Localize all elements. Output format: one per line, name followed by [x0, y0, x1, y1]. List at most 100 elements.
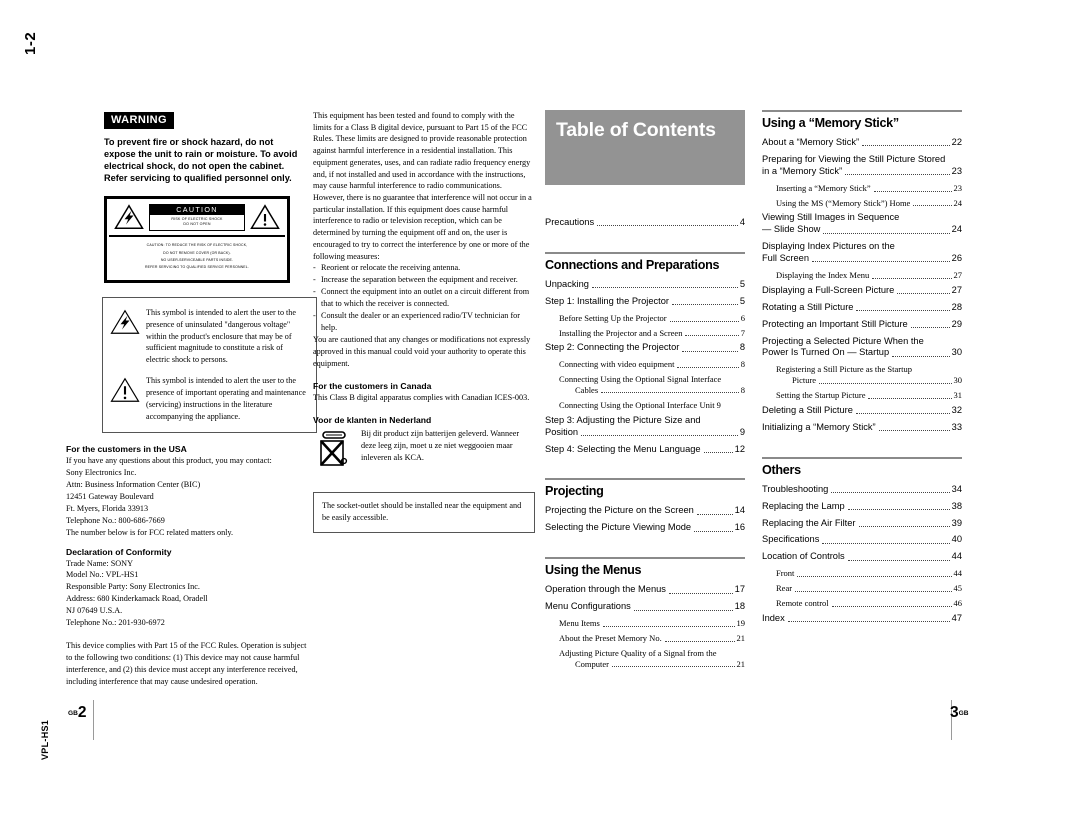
canada-body: This Class B digital apparatus complies …: [313, 393, 530, 403]
leader-dots: [597, 224, 738, 227]
leader-dots: [831, 605, 952, 607]
toc-entry-installing-screen[interactable]: Installing the Projector and a Screen 7: [559, 328, 745, 339]
toc-entry-about-memory-stick[interactable]: About a “Memory Stick” 22: [762, 137, 962, 149]
leader-dots: [668, 592, 733, 594]
toc-section-heading-others: Others: [762, 456, 962, 477]
toc-entry-inserting-memory-stick[interactable]: Inserting a “Memory Stick” 23: [776, 183, 962, 194]
toc-entry-deleting-picture[interactable]: Deleting a Still Picture 32: [762, 405, 962, 417]
leader-dots: [591, 286, 738, 289]
toc-entry-label: Projecting the Picture on the Screen: [545, 505, 694, 516]
leader-dots: [847, 559, 950, 561]
toc-section-heading-memory-stick: Using a “Memory Stick”: [762, 110, 962, 130]
toc-entry-page: 23: [953, 182, 963, 193]
leader-dots: [823, 232, 950, 234]
safety-column: WARNING To prevent fire or shock hazard,…: [66, 110, 317, 688]
toc-entry-label: Deleting a Still Picture: [762, 404, 853, 415]
toc-entry-menu-items[interactable]: Menu Items 19: [559, 618, 745, 629]
exclamation-triangle-icon: [110, 377, 140, 403]
fcc-measures-list: Reorient or relocate the receiving anten…: [313, 262, 535, 334]
toc-entry-label: Connecting with video equipment: [559, 359, 675, 370]
leader-dots: [601, 391, 739, 394]
toc-entry-specifications[interactable]: Specifications 40: [762, 534, 962, 546]
toc-entry-preset-memory[interactable]: About the Preset Memory No. 21: [559, 633, 745, 644]
toc-entry-slide-show[interactable]: Viewing Still Images in Sequence — Slide…: [762, 212, 962, 236]
fcc-caution-text: You are cautioned that any changes or mo…: [313, 335, 531, 369]
doc-line-3: Responsible Party: Sony Electronics Inc.: [66, 582, 200, 592]
toc-entry-setting-startup[interactable]: Setting the Startup Picture 31: [776, 390, 962, 401]
toc-entry-picture-viewing-mode[interactable]: Selecting the Picture Viewing Mode 16: [545, 522, 745, 534]
toc-entry-signal-interface-cables[interactable]: Connecting Using the Optional Signal Int…: [559, 374, 745, 396]
toc-entry-label-line1: Step 3: Adjusting the Picture Size and: [545, 414, 701, 425]
toc-entry-label: Precautions: [545, 217, 595, 227]
toc-entry-index[interactable]: Index 47: [762, 613, 962, 625]
footer-right-page-number: 3: [950, 704, 959, 721]
toc-entry-preparing-viewing[interactable]: Preparing for Viewing the Still Picture …: [762, 154, 962, 178]
toc-entry-label: Selecting the Picture Viewing Mode: [545, 522, 692, 533]
toc-entry-step1[interactable]: Step 1: Installing the Projector 5: [545, 296, 745, 308]
toc-entry-label-line1: Connecting Using the Optional Interface …: [559, 399, 721, 410]
toc-entry-index-menu[interactable]: Displaying the Index Menu 27: [776, 270, 962, 281]
toc-entry-page: 24: [953, 197, 963, 208]
toc-entry-menu-configurations[interactable]: Menu Configurations 18: [545, 601, 745, 613]
toc-entry-front[interactable]: Front 44: [776, 568, 962, 579]
toc-entry-page: 45: [953, 583, 963, 594]
leader-dots: [664, 640, 735, 642]
toc-entry-full-screen-picture[interactable]: Displaying a Full-Screen Picture 27: [762, 285, 962, 297]
caution-bottom-line-1: CAUTION: TO REDUCE THE RISK OF ELECTRIC …: [146, 243, 248, 248]
exclamation-triangle-icon: [250, 204, 280, 230]
toc-entry-step3[interactable]: Step 3: Adjusting the Picture Size and P…: [545, 415, 745, 439]
toc-entry-step4[interactable]: Step 4: Selecting the Menu Language 12: [545, 444, 745, 456]
usa-address-line-2: Attn: Business Information Center (BIC): [66, 479, 201, 489]
fcc-measure-item: Consult the dealer or an experienced rad…: [313, 310, 535, 334]
model-marker: VPL-HS1: [40, 719, 50, 760]
toc-entry-rear[interactable]: Rear 45: [776, 583, 962, 594]
leader-dots: [672, 303, 738, 306]
toc-entry-replacing-air-filter[interactable]: Replacing the Air Filter 39: [762, 518, 962, 530]
toc-entry-label: Step 4: Selecting the Menu Language: [545, 443, 701, 454]
toc-entry-precautions[interactable]: Precautions 4: [545, 217, 745, 229]
toc-entry-label-line2: Power Is Turned On — Startup: [762, 347, 890, 358]
toc-entry-page: 27: [953, 269, 963, 280]
toc-entry-registering-startup[interactable]: Registering a Still Picture as the Start…: [776, 364, 962, 386]
toc-entry-label: About a “Memory Stick”: [762, 137, 860, 147]
toc-entry-location-of-controls[interactable]: Location of Controls 44: [762, 551, 962, 563]
toc-entry-ms-home[interactable]: Using the MS (“Memory Stick”) Home 24: [776, 198, 962, 209]
leader-dots: [812, 260, 950, 263]
toc-entry-label: Protecting an Important Still Picture: [762, 318, 908, 329]
caution-bottom-line-3: NO USER-SERVICEABLE PARTS INSIDE.: [160, 258, 234, 263]
toc-entry-adjusting-picture-quality[interactable]: Adjusting Picture Quality of a Signal fr…: [559, 648, 745, 670]
toc-entry-unpacking[interactable]: Unpacking 5: [545, 279, 745, 291]
canada-customers-block: For the customers in Canada This Class B…: [313, 381, 535, 404]
leader-dots: [847, 508, 950, 510]
toc-entry-rotating-picture[interactable]: Rotating a Still Picture 28: [762, 302, 962, 314]
toc-entry-operation-menus[interactable]: Operation through the Menus 17: [545, 584, 745, 596]
toc-entry-page: 39: [951, 517, 962, 528]
page-title: Table of Contents: [556, 119, 716, 141]
toc-banner: Table of Contents: [545, 110, 745, 185]
toc-entry-step2[interactable]: Step 2: Connecting the Projector 8: [545, 342, 745, 354]
leader-dots: [873, 190, 952, 192]
footer-left-page-number: 2: [77, 704, 87, 721]
toc-entry-label: Menu Items: [559, 618, 600, 629]
leader-dots: [913, 204, 952, 207]
toc-entry-initializing-memory-stick[interactable]: Initializing a “Memory Stick” 33: [762, 422, 962, 434]
toc-section-heading-menus: Using the Menus: [545, 557, 745, 577]
toc-entry-remote-control[interactable]: Remote control 46: [776, 598, 962, 609]
leader-dots: [633, 609, 733, 611]
footer-left-suffix: GB: [68, 709, 78, 717]
toc-entry-startup-picture[interactable]: Projecting a Selected Picture When the P…: [762, 336, 962, 360]
toc-entry-protecting-picture[interactable]: Protecting an Important Still Picture 29: [762, 319, 962, 331]
toc-entry-interface-unit[interactable]: Connecting Using the Optional Interface …: [559, 400, 745, 411]
toc-entry-replacing-lamp[interactable]: Replacing the Lamp 38: [762, 501, 962, 513]
toc-entry-index-pictures[interactable]: Displaying Index Pictures on the Full Sc…: [762, 241, 962, 265]
leader-dots: [612, 665, 735, 668]
toc-entry-projecting-picture[interactable]: Projecting the Picture on the Screen 14: [545, 505, 745, 517]
leader-dots: [795, 590, 952, 592]
leader-dots: [703, 451, 733, 453]
socket-outlet-note: The socket-outlet should be installed ne…: [313, 492, 535, 533]
toc-entry-troubleshooting[interactable]: Troubleshooting 34: [762, 484, 962, 496]
toc-entry-before-setting-up[interactable]: Before Setting Up the Projector 6: [559, 313, 745, 324]
toc-entry-connecting-video[interactable]: Connecting with video equipment 8: [559, 359, 745, 370]
fcc-statement-paragraph: This equipment has been tested and found…: [313, 111, 532, 261]
leader-dots: [872, 277, 952, 279]
